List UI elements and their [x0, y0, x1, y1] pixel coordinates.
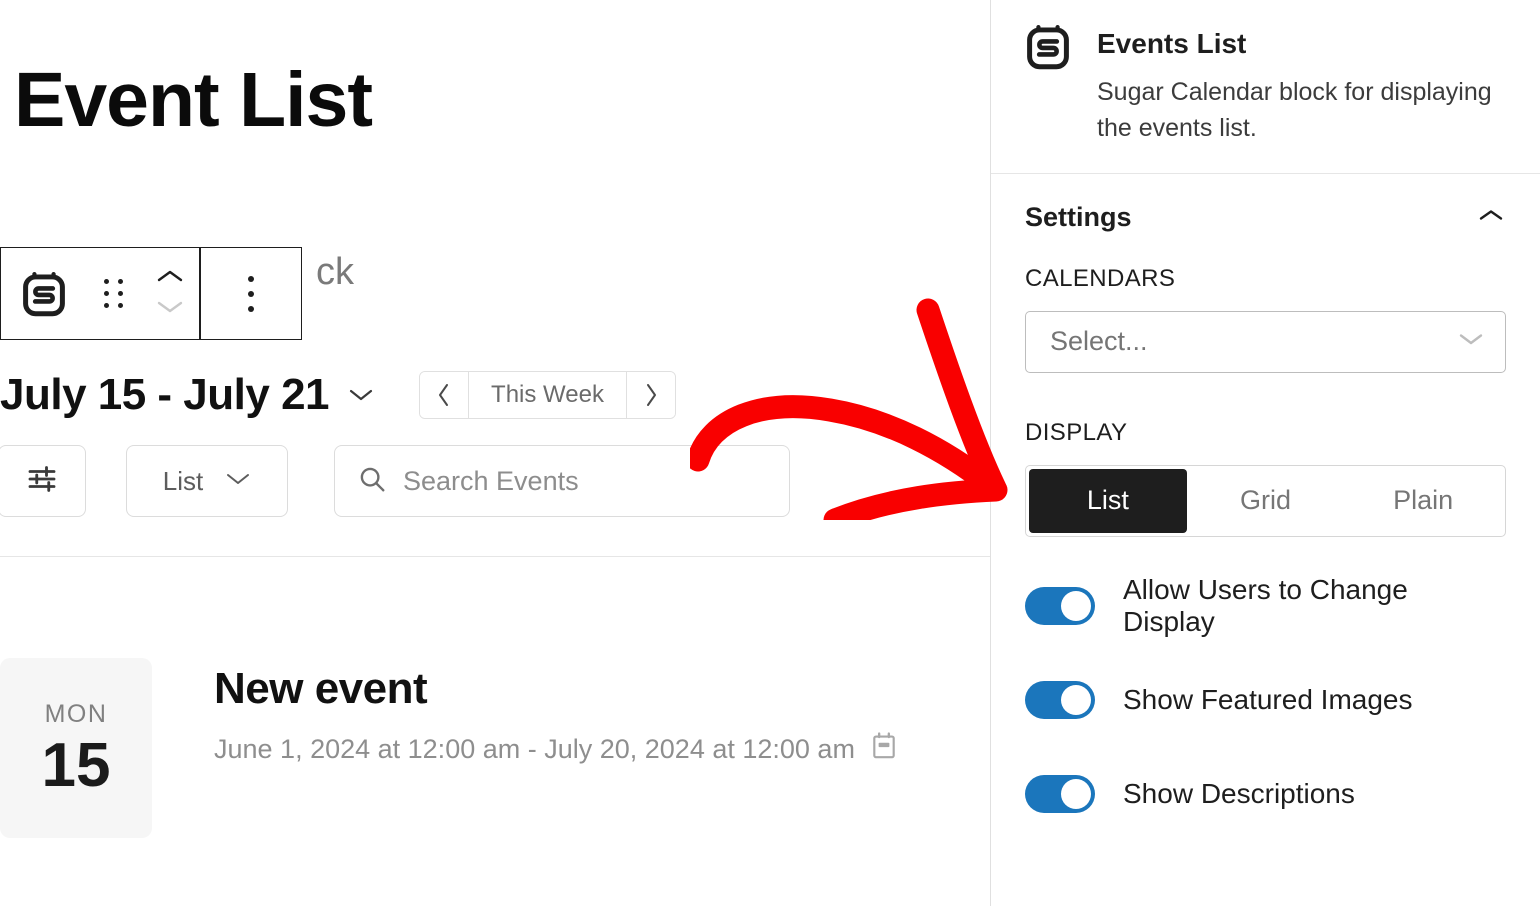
sugar-calendar-icon — [1025, 24, 1071, 147]
app-screen: Event List ck July 15 - July 21 This Wee… — [0, 0, 1540, 906]
events-controls-row: List Search Events — [0, 445, 790, 517]
week-range-label[interactable]: July 15 - July 21 — [0, 370, 330, 420]
filter-button[interactable] — [0, 445, 86, 517]
drag-handle-icon[interactable] — [87, 279, 141, 308]
week-selector-row: July 15 - July 21 This Week — [0, 365, 676, 425]
event-day-number: 15 — [41, 730, 111, 800]
toggle-row-show-descriptions: Show Descriptions — [991, 747, 1540, 841]
display-label: DISPLAY — [1025, 418, 1128, 446]
toggle-show-featured-images[interactable] — [1025, 680, 1095, 719]
sugar-calendar-icon — [21, 271, 67, 317]
display-option-plain[interactable]: Plain — [1344, 469, 1502, 533]
obscured-block-label: ck — [316, 251, 354, 293]
page-title: Event List — [14, 57, 373, 143]
search-icon — [357, 464, 387, 499]
event-datetime: June 1, 2024 at 12:00 am - July 20, 2024… — [214, 734, 855, 764]
toggle-row-allow-users-change-display: Allow Users to Change Display — [991, 559, 1540, 653]
event-datetime-row: June 1, 2024 at 12:00 am - July 20, 2024… — [214, 732, 897, 767]
content-divider — [0, 556, 990, 557]
toggle-list: Allow Users to Change Display Show Featu… — [991, 559, 1540, 841]
event-title[interactable]: New event — [214, 664, 897, 714]
more-dots — [247, 275, 254, 312]
calendars-label: CALENDARS — [1025, 264, 1176, 292]
editor-canvas: Event List ck July 15 - July 21 This Wee… — [0, 0, 990, 906]
toggle-knob — [1061, 778, 1091, 809]
sidebar-block-title: Events List — [1097, 28, 1247, 59]
sliders-icon — [24, 461, 60, 502]
chevron-down-icon[interactable] — [155, 298, 185, 321]
calendar-icon — [871, 732, 897, 767]
event-date-badge: MON 15 — [0, 658, 152, 838]
display-option-list[interactable]: List — [1029, 468, 1187, 533]
prev-week-button[interactable] — [420, 372, 469, 418]
toggle-knob — [1061, 684, 1091, 715]
toggle-label: Show Descriptions — [1123, 777, 1355, 809]
display-mode-segmented-control[interactable]: List Grid Plain — [1025, 464, 1506, 537]
toggle-label: Show Featured Images — [1123, 683, 1413, 715]
sidebar-block-header: Events List Sugar Calendar block for dis… — [991, 0, 1540, 173]
search-events-field[interactable]: Search Events — [334, 445, 790, 517]
toggle-row-show-featured-images: Show Featured Images — [991, 653, 1540, 747]
toggle-allow-users-change-display[interactable] — [1025, 586, 1095, 625]
chevron-down-icon[interactable] — [347, 386, 375, 404]
more-vertical-icon[interactable] — [201, 248, 301, 339]
chevron-up-icon[interactable] — [155, 267, 185, 290]
search-placeholder: Search Events — [403, 465, 579, 496]
view-mode-dropdown[interactable]: List — [126, 445, 288, 517]
block-type-button[interactable] — [1, 271, 87, 317]
block-movers[interactable] — [141, 267, 199, 321]
settings-section-header[interactable]: Settings — [991, 174, 1540, 253]
event-details: New event June 1, 2024 at 12:00 am - Jul… — [214, 658, 897, 767]
event-list-item[interactable]: MON 15 New event June 1, 2024 at 12:00 a… — [0, 658, 897, 838]
chevron-down-icon — [1457, 330, 1485, 353]
chevron-down-icon — [225, 471, 251, 492]
block-settings-sidebar: Events List Sugar Calendar block for dis… — [990, 0, 1540, 906]
week-nav-group[interactable]: This Week — [419, 371, 676, 419]
next-week-button[interactable] — [626, 372, 675, 418]
toggle-label: Allow Users to Change Display — [1123, 573, 1408, 637]
calendars-select[interactable]: Select... — [1025, 310, 1506, 373]
toggle-show-descriptions[interactable] — [1025, 774, 1095, 813]
view-mode-label: List — [162, 465, 204, 496]
block-toolbar[interactable] — [0, 247, 302, 340]
this-week-button[interactable]: This Week — [468, 372, 627, 418]
display-option-grid[interactable]: Grid — [1187, 469, 1345, 533]
settings-heading: Settings — [1025, 201, 1132, 232]
event-day-of-week: MON — [44, 699, 108, 728]
toggle-knob — [1061, 590, 1091, 621]
drag-dots — [103, 279, 125, 308]
calendars-select-placeholder: Select... — [1050, 326, 1148, 356]
sidebar-block-description: Sugar Calendar block for displaying the … — [1097, 78, 1492, 143]
chevron-up-icon[interactable] — [1476, 206, 1506, 229]
